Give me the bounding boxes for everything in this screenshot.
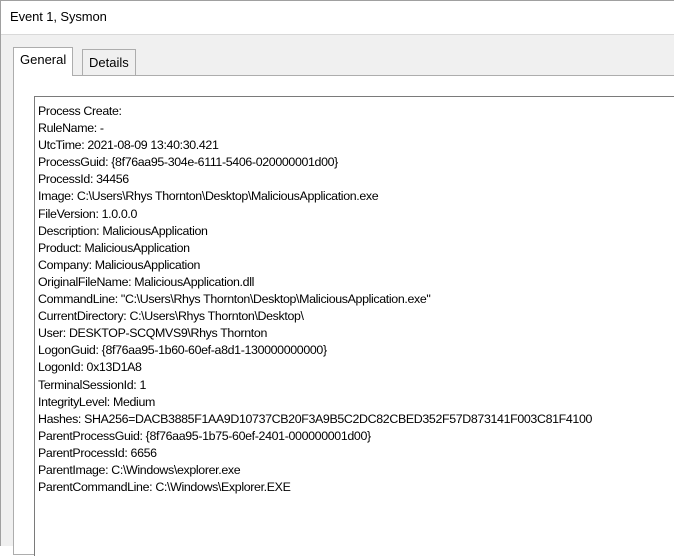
event-field-line: Hashes: SHA256=DACB3885F1AA9D10737CB20F3…: [38, 411, 593, 426]
event-field-line: Product: MaliciousApplication: [38, 240, 190, 255]
event-field-line: Company: MaliciousApplication: [38, 257, 201, 272]
event-field-line: CommandLine: "C:\Users\Rhys Thornton\Des…: [38, 292, 431, 307]
general-tab-panel: Process Create: RuleName: - UtcTime: 2021-…: [13, 75, 674, 556]
event-field-line: CurrentDirectory: C:\Users\Rhys Thornton…: [38, 309, 304, 324]
event-properties-window: Event 1, Sysmon General Details Process …: [0, 0, 674, 556]
event-description-box[interactable]: Process Create: RuleName: - UtcTime: 2021-…: [34, 96, 674, 556]
event-field-line: OriginalFileName: MaliciousApplication.d…: [38, 274, 254, 289]
event-field-line: UtcTime: 2021-08-09 13:40:30.421: [38, 138, 219, 153]
event-field-line: RuleName: -: [38, 121, 104, 136]
event-field-line: Image: C:\Users\Rhys Thornton\Desktop\Ma…: [38, 189, 379, 204]
tab-details[interactable]: Details: [82, 49, 136, 75]
event-field-line: LogonId: 0x13D1A8: [38, 360, 142, 375]
event-field-line: LogonGuid: {8f76aa95-1b60-60ef-a8d1-1300…: [38, 343, 327, 358]
event-field-line: User: DESKTOP-SCQMVS9\Rhys Thornton: [38, 326, 267, 341]
event-field-line: ParentImage: C:\Windows\explorer.exe: [38, 462, 241, 477]
title-bar: Event 1, Sysmon: [1, 1, 674, 35]
event-field-line: ProcessId: 34456: [38, 172, 129, 187]
event-field-line: Description: MaliciousApplication: [38, 223, 208, 238]
event-field-line: Process Create:: [38, 104, 122, 118]
event-field-line: ParentProcessId: 6656: [38, 445, 157, 460]
event-field-line: TerminalSessionId: 1: [38, 377, 147, 392]
event-field-line: ParentCommandLine: C:\Windows\Explorer.E…: [38, 480, 291, 495]
tab-general[interactable]: General: [13, 47, 74, 76]
tab-strip: General Details: [13, 47, 674, 76]
event-field-line: ParentProcessGuid: {8f76aa95-1b75-60ef-2…: [38, 428, 371, 443]
event-field-line: FileVersion: 1.0.0.0: [38, 206, 138, 221]
event-field-line: ProcessGuid: {8f76aa95-304e-6111-5406-02…: [38, 155, 338, 170]
event-description-text: Process Create: RuleName: - UtcTime: 2021-…: [38, 103, 592, 496]
event-field-line: IntegrityLevel: Medium: [38, 394, 155, 409]
window-title: Event 1, Sysmon: [10, 9, 107, 24]
